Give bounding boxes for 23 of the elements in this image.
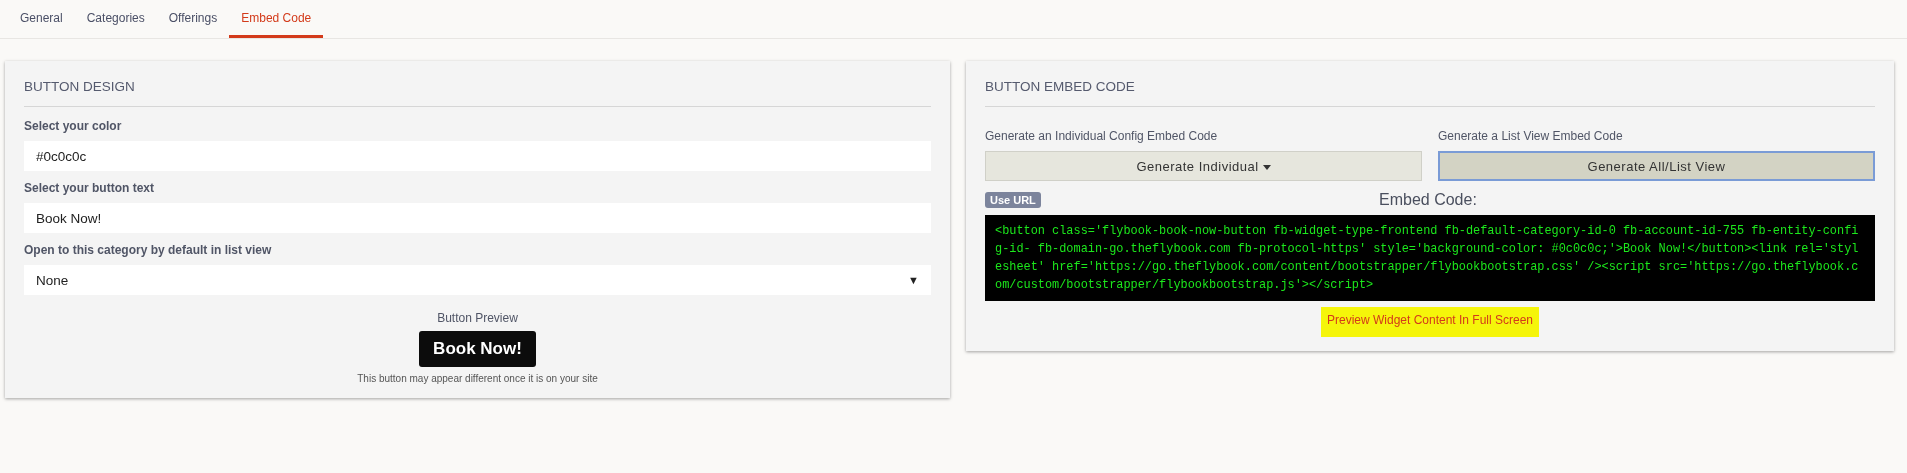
field-label: Select your color: [24, 119, 123, 133]
field-label: Open to this category by default in list view: [24, 243, 273, 257]
generator-label: Generate a List View Embed Code: [1438, 129, 1624, 143]
generate-button[interactable]: Generate All/List View: [1438, 151, 1875, 181]
button-text-input-field[interactable]: Book Now!: [24, 203, 931, 233]
embed-code-block: <button class='flybook-book-now-button fb-widget-type-frontend fb-default-category-id-0 fb-account-id-755 fb-entity-config-id- fb-domain-go.theflybook.com fb-protocol-https' style='background-color: #0c0c0c;'>Book Now!</button><link rel='stylesheet' href='https://go.theflybook.com/content/bootstrapper/flybookbootstrap.css' /><script src='https://go.theflybook.com/custom/bootstrapper/flybookbootstrap.js'></script>: [985, 215, 1875, 301]
use-url-badge[interactable]: Use URL: [985, 192, 1041, 208]
category-dropdown[interactable]: None ▼: [24, 265, 931, 295]
tab[interactable]: General: [8, 0, 75, 38]
preview-note: This button may appear different once it is on your site: [357, 373, 598, 384]
preview-label: Button Preview: [437, 311, 518, 325]
book-now-preview-button[interactable]: Book Now!: [419, 331, 536, 367]
embed-code-heading: Embed Code:: [1378, 191, 1478, 209]
color-input-field[interactable]: #0c0c0c: [24, 141, 931, 171]
panel-title: BUTTON DESIGN: [24, 79, 931, 107]
panel-title: BUTTON EMBED CODE: [985, 79, 1875, 107]
field-label: Select your button text: [24, 181, 155, 195]
generator-label: Generate an Individual Config Embed Code: [985, 129, 1219, 143]
tab[interactable]: Categories: [74, 0, 157, 38]
tab[interactable]: Embed Code: [229, 0, 324, 38]
generate-button[interactable]: Generate Individual: [985, 151, 1422, 181]
tab[interactable]: Offerings: [156, 0, 230, 38]
preview-fullscreen-link[interactable]: Preview Widget Content In Full Screen: [1320, 307, 1540, 337]
